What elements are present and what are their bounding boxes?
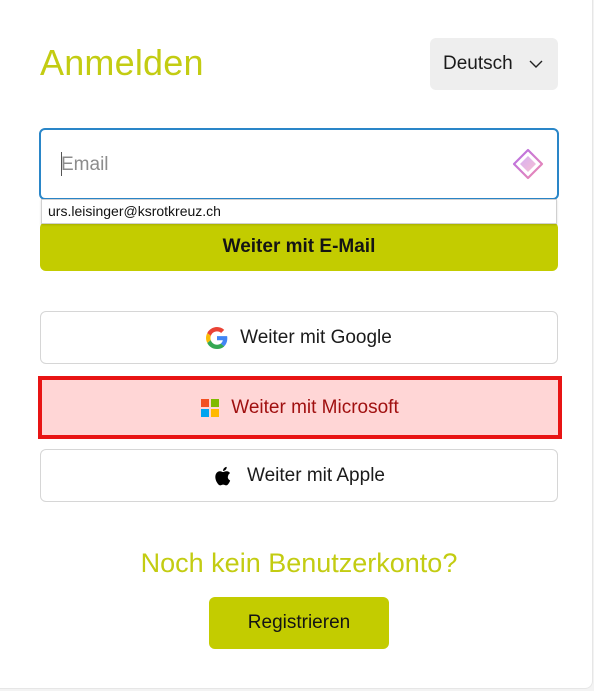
continue-microsoft-button[interactable]: Weiter mit Microsoft <box>38 376 562 439</box>
autocomplete-suggestion[interactable]: urs.leisinger@ksrotkreuz.ch <box>41 199 557 224</box>
google-button-label: Weiter mit Google <box>240 326 392 348</box>
email-field-container <box>39 128 559 200</box>
email-input[interactable] <box>59 130 493 200</box>
microsoft-icon <box>201 398 220 417</box>
language-select-label: Deutsch <box>443 53 513 74</box>
continue-apple-button[interactable]: Weiter mit Apple <box>40 449 558 502</box>
apple-icon <box>215 466 231 485</box>
google-icon <box>206 326 228 349</box>
page-title: Anmelden <box>40 42 204 83</box>
no-account-text: Noch kein Benutzerkonto? <box>140 548 458 578</box>
continue-google-button[interactable]: Weiter mit Google <box>40 311 558 364</box>
password-manager-icon[interactable] <box>511 147 545 181</box>
register-button[interactable]: Registrieren <box>209 597 389 649</box>
continue-email-button[interactable]: Weiter mit E-Mail <box>40 222 558 271</box>
chevron-down-icon <box>529 60 543 68</box>
language-select[interactable]: Deutsch <box>430 38 558 90</box>
login-card: Anmelden Deutsch urs.leisinger@ksrotkreu… <box>0 0 593 689</box>
text-cursor <box>61 152 62 176</box>
microsoft-button-label: Weiter mit Microsoft <box>231 396 399 418</box>
apple-button-label: Weiter mit Apple <box>247 464 385 486</box>
